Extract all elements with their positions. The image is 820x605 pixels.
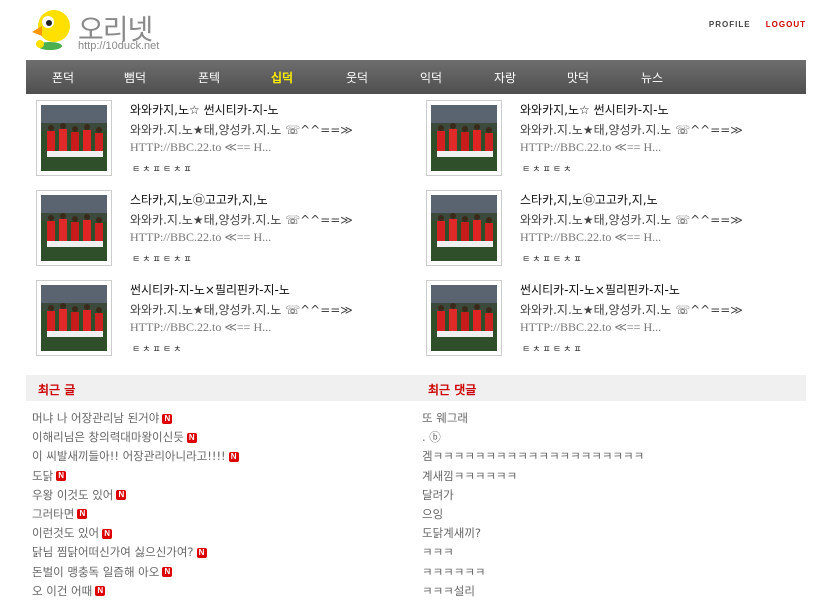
main-nav: 폰덕 뻠덕 폰텍 십덕 웃덕 익덕 자랑 맛덕 뉴스 <box>26 60 806 94</box>
post-thumbnail[interactable] <box>36 100 112 176</box>
post-desc: 와와카.지.노★태,양성카.지.노 ☏^^==≫ <box>130 303 353 317</box>
site-url: http://10duck.net <box>78 40 160 52</box>
nav-item[interactable]: 폰텍 <box>198 69 220 86</box>
recent-comment-item[interactable]: ㅋㅋㅋ <box>422 544 644 563</box>
recent-post-item[interactable]: 그러타면 N <box>32 506 239 525</box>
logout-link[interactable]: LOGOUT <box>766 20 806 29</box>
recent-comment-item[interactable]: 달려가 <box>422 487 644 506</box>
post-card[interactable]: 썬시티카-지-노×필리핀카-지-노 와와카.지.노★태,양성카.지.노 ☏^^=… <box>36 280 406 360</box>
post-tags: ㅌㅊㅍㅌㅊ <box>132 345 184 355</box>
post-link[interactable]: HTTP://BBC.22.to ≪== H... <box>130 320 271 335</box>
nav-item[interactable]: 뻠덕 <box>124 69 146 86</box>
recent-post-title[interactable]: 우왕 이것도 있어 <box>32 488 113 502</box>
post-title[interactable]: 썬시티카-지-노×필리핀카-지-노 <box>520 281 680 298</box>
post-thumbnail[interactable] <box>36 190 112 266</box>
nav-item[interactable]: 뉴스 <box>641 69 663 86</box>
post-thumbnail[interactable] <box>426 280 502 356</box>
nav-item[interactable]: 웃덕 <box>346 69 368 86</box>
top-links: PROFILE LOGOUT <box>697 20 806 29</box>
post-tags: ㅌㅊㅍㅌㅊ <box>522 165 574 175</box>
post-link[interactable]: HTTP://BBC.22.to ≪== H... <box>520 320 661 335</box>
recent-post-title[interactable]: 오 이건 어때 <box>32 584 92 598</box>
new-badge-icon: N <box>196 547 207 558</box>
new-badge-icon: N <box>162 413 173 424</box>
recent-post-item[interactable]: 돈벌이 맹충독 일즘해 아오 N <box>32 564 239 583</box>
post-desc: 와와카.지.노★태,양성카.지.노 ☏^^==≫ <box>130 213 353 227</box>
post-link[interactable]: HTTP://BBC.22.to ≪== H... <box>520 230 661 245</box>
new-badge-icon: N <box>186 432 197 443</box>
nav-item[interactable]: 폰덕 <box>52 69 74 86</box>
recent-post-item[interactable]: 오 이건 어때 N <box>32 583 239 602</box>
recent-post-item[interactable]: 닭님 찜닭어떠신가여 싫으신가여? N <box>32 544 239 563</box>
recent-comment-item[interactable]: 으잉 <box>422 506 644 525</box>
site-logo[interactable]: 오리넷 http://10duck.net <box>28 6 228 56</box>
post-card[interactable]: 스타카,지,노㉤고고카,지,노 와와카.지.노★태,양성카.지.노 ☏^^==≫… <box>426 190 796 270</box>
post-link[interactable]: HTTP://BBC.22.to ≪== H... <box>130 140 271 155</box>
recent-post-item[interactable]: 도닭 N <box>32 468 239 487</box>
new-badge-icon: N <box>102 528 113 539</box>
post-card[interactable]: 썬시티카-지-노×필리핀카-지-노 와와카.지.노★태,양성카.지.노 ☏^^=… <box>426 280 796 360</box>
recent-post-item[interactable]: 이 씨발새끼들아!! 어장관리아니라고!!!! N <box>32 448 239 467</box>
recent-comment-item[interactable]: ㅋㅋㅋ설리 <box>422 583 644 602</box>
post-tags: ㅌㅊㅍㅌㅊㅍ <box>132 165 194 175</box>
post-thumbnail[interactable] <box>426 100 502 176</box>
recent-comment-item[interactable]: ㅋㅋㅋㅋㅋㅋ <box>422 564 644 583</box>
post-title[interactable]: 와와카지,노☆ 썬시티카-지-노 <box>520 101 669 118</box>
recent-comment-item[interactable]: . ⓑ <box>422 429 644 448</box>
recent-post-title[interactable]: 이런것도 있어 <box>32 526 99 540</box>
post-desc: 와와카.지.노★태,양성카.지.노 ☏^^==≫ <box>520 303 743 317</box>
recent-post-item[interactable]: 우왕 이것도 있어 N <box>32 487 239 506</box>
recent-post-item[interactable]: 이해리님은 창의력대마왕이신듯 N <box>32 429 239 448</box>
new-badge-icon: N <box>95 586 106 597</box>
recent-post-title[interactable]: 도닭 <box>32 469 53 483</box>
post-desc: 와와카.지.노★태,양성카.지.노 ☏^^==≫ <box>520 213 743 227</box>
nav-item-active[interactable]: 십덕 <box>271 69 293 86</box>
post-tags: ㅌㅊㅍㅌㅊㅍ <box>132 255 194 265</box>
nav-item[interactable]: 익덕 <box>420 69 442 86</box>
post-desc: 와와카.지.노★태,양성카.지.노 ☏^^==≫ <box>130 123 353 137</box>
recent-comments-heading: 최근 댓글 <box>428 383 477 397</box>
recent-posts-list: 머냐 나 어장관리남 된거야 N 이해리님은 창의력대마왕이신듯 N 이 씨발새끼들… <box>32 410 239 602</box>
post-link[interactable]: HTTP://BBC.22.to ≪== H... <box>130 230 271 245</box>
nav-item[interactable]: 자랑 <box>494 69 516 86</box>
new-badge-icon: N <box>77 509 88 520</box>
post-title[interactable]: 와와카지,노☆ 썬시티카-지-노 <box>130 101 279 118</box>
post-thumbnail[interactable] <box>426 190 502 266</box>
new-badge-icon: N <box>162 567 173 577</box>
post-title[interactable]: 스타카,지,노㉤고고카,지,노 <box>130 191 268 208</box>
post-title[interactable]: 썬시티카-지-노×필리핀카-지-노 <box>130 281 290 298</box>
recent-post-title[interactable]: 이 씨발새끼들아!! 어장관리아니라고!!!! <box>32 449 226 463</box>
recent-post-title[interactable]: 닭님 찜닭어떠신가여 싫으신가여? <box>32 545 194 559</box>
post-desc: 와와카.지.노★태,양성카.지.노 ☏^^==≫ <box>520 123 743 137</box>
recent-comment-item[interactable]: 겜ㅋㅋㅋㅋㅋㅋㅋㅋㅋㅋㅋㅋㅋㅋㅋㅋㅋㅋㅋㅋ <box>422 448 644 467</box>
duck-mascot-icon <box>32 10 70 50</box>
recent-comment-item[interactable]: 계새낌ㅋㅋㅋㅋㅋㅋ <box>422 468 644 487</box>
recent-post-title[interactable]: 그러타면 <box>32 507 74 521</box>
post-card[interactable]: 와와카지,노☆ 썬시티카-지-노 와와카.지.노★태,양성카.지.노 ☏^^==… <box>426 100 796 180</box>
post-link[interactable]: HTTP://BBC.22.to ≪== H... <box>520 140 661 155</box>
recent-post-title[interactable]: 머냐 나 어장관리남 된거야 <box>32 411 159 425</box>
recent-post-title[interactable]: 돈벌이 맹충독 일즘해 아오 <box>32 565 159 579</box>
post-tags: ㅌㅊㅍㅌㅊㅍ <box>522 345 584 355</box>
recent-comment-item[interactable]: 도닭계새끼? <box>422 525 644 544</box>
recent-post-item[interactable]: 이런것도 있어 N <box>32 525 239 544</box>
profile-link[interactable]: PROFILE <box>709 20 751 29</box>
new-badge-icon: N <box>116 490 127 501</box>
post-tags: ㅌㅊㅍㅌㅊㅍ <box>522 255 584 265</box>
new-badge-icon: N <box>56 471 67 482</box>
post-card[interactable]: 스타카,지,노㉤고고카,지,노 와와카.지.노★태,양성카.지.노 ☏^^==≫… <box>36 190 406 270</box>
new-badge-icon: N <box>228 451 239 462</box>
post-card[interactable]: 와와카지,노☆ 썬시티카-지-노 와와카.지.노★태,양성카.지.노 ☏^^==… <box>36 100 406 180</box>
recent-header-bar: 최근 글 최근 댓글 <box>26 375 806 401</box>
post-title[interactable]: 스타카,지,노㉤고고카,지,노 <box>520 191 658 208</box>
recent-comments-list: 또 웨그래 . ⓑ 겜ㅋㅋㅋㅋㅋㅋㅋㅋㅋㅋㅋㅋㅋㅋㅋㅋㅋㅋㅋㅋ 계새낌ㅋㅋㅋㅋㅋ… <box>422 410 644 602</box>
nav-item[interactable]: 맛덕 <box>567 69 589 86</box>
recent-comment-item[interactable]: 또 웨그래 <box>422 410 644 429</box>
recent-post-item[interactable]: 머냐 나 어장관리남 된거야 N <box>32 410 239 429</box>
recent-post-title[interactable]: 이해리님은 창의력대마왕이신듯 <box>32 430 184 444</box>
recent-posts-heading: 최근 글 <box>38 383 76 397</box>
post-thumbnail[interactable] <box>36 280 112 356</box>
